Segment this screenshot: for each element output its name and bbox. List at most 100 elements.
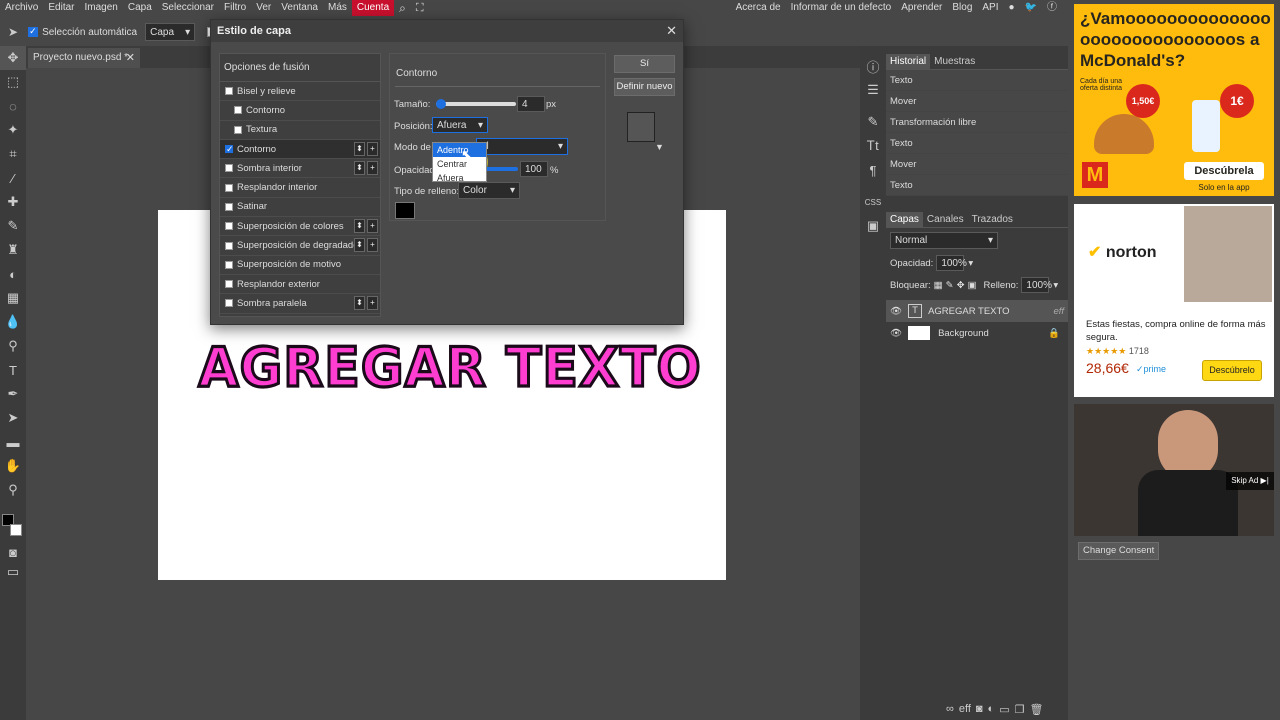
move-tool-icon[interactable]: ✥	[0, 46, 26, 70]
layer-name[interactable]: AGREGAR TEXTO	[928, 306, 1009, 317]
paragraph-icon[interactable]: ¶	[860, 158, 886, 182]
crop-tool-icon[interactable]: ⌗	[0, 142, 26, 166]
layer-opacity-input[interactable]: 100%	[936, 255, 967, 271]
reorder-icon[interactable]: ⬍	[354, 219, 365, 234]
size-slider[interactable]	[436, 99, 516, 109]
mcd-cta-button[interactable]: Descúbrela	[1184, 162, 1264, 180]
character-icon[interactable]: Ꭲt	[860, 134, 886, 158]
menu-ver[interactable]: Ver	[251, 0, 276, 16]
history-item[interactable]: Mover	[886, 91, 1068, 112]
lasso-tool-icon[interactable]: ◌	[0, 94, 26, 118]
menu-informar[interactable]: Informar de un defecto	[786, 0, 897, 16]
menu-archivo[interactable]: Archivo	[0, 0, 43, 16]
menu-api[interactable]: API	[977, 0, 1003, 16]
blending-options-header[interactable]: Opciones de fusión	[220, 54, 380, 82]
history-item[interactable]: Texto	[886, 133, 1068, 154]
fx-checkbox[interactable]	[225, 87, 233, 96]
fx-item[interactable]: Contorno ⬍+	[220, 139, 380, 160]
shape-tool-icon[interactable]: ▬	[0, 430, 26, 454]
layer-blend-dropdown[interactable]: Normal ▾	[890, 232, 998, 249]
hand-tool-icon[interactable]: ✋	[0, 454, 26, 478]
mcdonalds-ad[interactable]: ¿Vamoooooooooooooo ooooooooooooooos a Mc…	[1074, 4, 1274, 196]
menu-ventana[interactable]: Ventana	[276, 0, 323, 16]
position-option-centrar[interactable]: Centrar	[433, 157, 486, 171]
norton-cta-button[interactable]: Descúbrelo	[1202, 360, 1262, 381]
fx-item[interactable]: Resplandor exterior	[220, 275, 380, 295]
info-icon[interactable]: ⓘ	[860, 54, 886, 78]
fx-icon[interactable]: eff	[959, 703, 971, 716]
history-item[interactable]: Texto	[886, 70, 1068, 91]
add-icon[interactable]: +	[367, 238, 378, 253]
stamp-tool-icon[interactable]: ♜	[0, 238, 26, 262]
chevron-down-icon[interactable]: ▾	[968, 258, 973, 269]
brush-settings-icon[interactable]: ✎	[860, 110, 886, 134]
eye-icon[interactable]: 👁	[890, 306, 902, 317]
fx-item[interactable]: Contorno	[220, 101, 380, 121]
trash-icon[interactable]: 🗑	[1029, 703, 1043, 716]
dodge-tool-icon[interactable]: ⚲	[0, 334, 26, 358]
gradient-tool-icon[interactable]: ▦	[0, 286, 26, 310]
menu-capa[interactable]: Capa	[123, 0, 157, 16]
reorder-icon[interactable]: ⬍	[354, 296, 365, 311]
search-icon[interactable]: ⌕	[394, 0, 411, 16]
menu-seleccionar[interactable]: Seleccionar	[157, 0, 219, 16]
size-input[interactable]: 4	[517, 96, 545, 112]
menu-cuenta[interactable]: Cuenta	[351, 0, 395, 16]
path-select-icon[interactable]: ➤	[0, 406, 26, 430]
history-item[interactable]: Mover	[886, 154, 1068, 175]
fx-checkbox[interactable]	[225, 144, 234, 155]
fx-item[interactable]: Sombra interior ⬍ +	[220, 159, 380, 179]
history-item[interactable]: Transformación libre	[886, 112, 1068, 133]
eraser-tool-icon[interactable]: ◐	[0, 262, 26, 286]
ok-button[interactable]: Sí	[614, 55, 675, 73]
adjustments-icon[interactable]: ☰	[860, 78, 886, 102]
new-layer-icon[interactable]: ❐	[1015, 703, 1025, 716]
fx-checkbox[interactable]	[225, 260, 233, 269]
twitter-icon[interactable]: 🐦	[1020, 0, 1042, 16]
fx-checkbox[interactable]	[234, 125, 242, 134]
fx-item[interactable]: Superposición de degradado ⬍ +	[220, 236, 380, 256]
fill-input[interactable]: 100%	[1021, 277, 1052, 293]
folder-icon[interactable]: ▭	[999, 703, 1009, 716]
fx-item[interactable]: Sombra paralela ⬍ +	[220, 294, 380, 314]
menu-filtro[interactable]: Filtro	[219, 0, 251, 16]
type-tool-icon[interactable]: T	[0, 358, 26, 382]
document-tab[interactable]: Proyecto nuevo.psd * ✕	[28, 48, 140, 68]
opacity-input[interactable]: 100	[520, 161, 548, 177]
fx-item[interactable]: Textura	[220, 121, 380, 140]
stroke-color-swatch[interactable]	[395, 202, 415, 219]
fx-checkbox[interactable]	[225, 222, 233, 231]
add-icon[interactable]: +	[367, 161, 378, 176]
layer-row-background[interactable]: 👁 Background 🔒	[886, 322, 1068, 344]
zoom-tool-icon[interactable]: ⚲	[0, 478, 26, 502]
fx-checkbox[interactable]	[225, 202, 233, 211]
reorder-icon[interactable]: ⬍	[354, 141, 365, 156]
auto-select-dropdown[interactable]: Capa ▾	[145, 23, 196, 41]
video-ad[interactable]: Skip Ad ▶|	[1074, 404, 1274, 536]
background-color-swatch[interactable]	[10, 524, 22, 536]
marquee-tool-icon[interactable]: ⬚	[0, 70, 26, 94]
screen-mode-icon[interactable]: ▭	[0, 560, 26, 584]
menu-imagen[interactable]: Imagen	[79, 0, 122, 16]
tab-historial[interactable]: Historial	[886, 54, 931, 69]
position-option-afuera[interactable]: Afuera	[433, 171, 486, 185]
fx-item[interactable]: Satinar	[220, 198, 380, 218]
fx-checkbox[interactable]	[225, 280, 233, 289]
fx-item[interactable]: Superposición de colores ⬍ +	[220, 217, 380, 237]
blend-mode-dropdown[interactable]: al▾	[476, 138, 568, 155]
canvas-text-layer[interactable]: AGREGAR TEXTO	[160, 335, 740, 401]
fullscreen-icon[interactable]: ⛶	[411, 0, 429, 16]
tab-muestras[interactable]: Muestras	[930, 54, 979, 69]
menu-editar[interactable]: Editar	[43, 0, 79, 16]
fx-checkbox[interactable]	[225, 183, 233, 192]
pen-tool-icon[interactable]: ✒	[0, 382, 26, 406]
change-consent-button[interactable]: Change Consent	[1078, 542, 1160, 560]
css-icon[interactable]: CSS	[860, 190, 886, 214]
auto-select-checkbox[interactable]	[28, 26, 39, 37]
menu-blog[interactable]: Blog	[947, 0, 977, 16]
chevron-down-icon[interactable]: ▼	[655, 142, 664, 152]
tab-canales[interactable]: Canales	[923, 212, 968, 227]
close-icon[interactable]: ✕	[126, 48, 135, 68]
add-icon[interactable]: +	[367, 296, 378, 311]
layer-name[interactable]: Background	[938, 328, 989, 339]
